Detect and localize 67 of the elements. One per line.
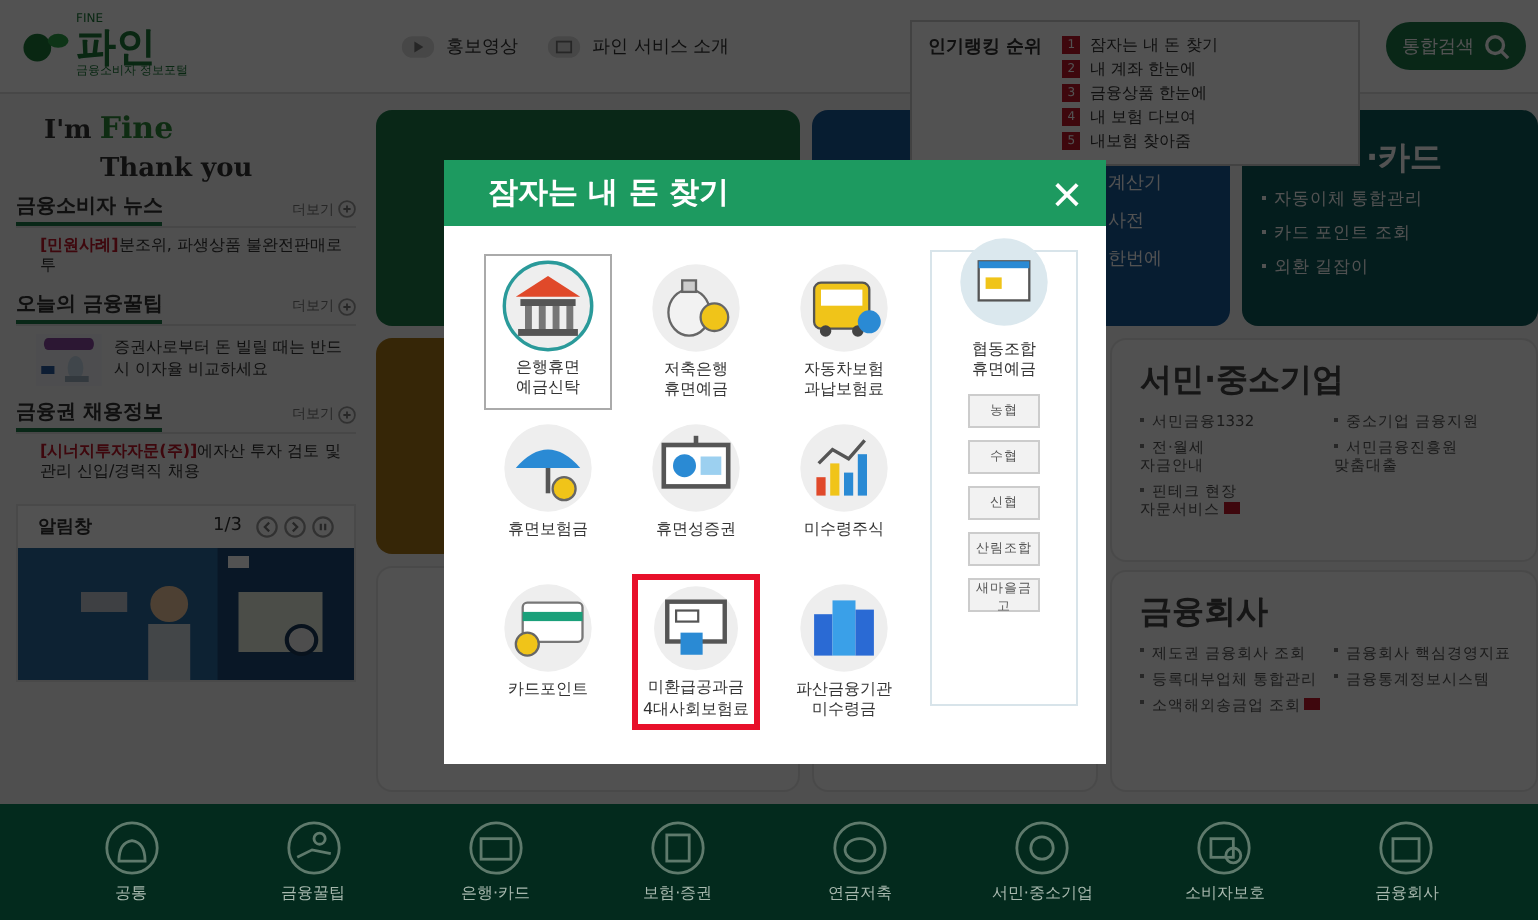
bar-chart-icon <box>798 422 890 514</box>
play-icon <box>400 33 436 59</box>
news-item[interactable]: [민원사례]분조위, 파생상품 불완전판매로 투 <box>40 236 356 278</box>
service-option[interactable]: 저축은행 휴면예금 <box>632 254 760 410</box>
search-button[interactable]: 통합검색 <box>1386 22 1526 70</box>
section-title: 금융소비자 뉴스 <box>16 192 163 226</box>
presentation-board-icon <box>650 422 742 514</box>
card-title: ·카드 <box>1364 138 1445 178</box>
coop-label: 협동조합 휴면예금 <box>972 340 1036 382</box>
header-link[interactable]: 홍보영상 <box>400 33 518 59</box>
logo-name: 파인 <box>76 26 156 66</box>
footer-nav-item[interactable]: 소비자보호 <box>1154 820 1295 904</box>
news-item[interactable]: [시너지투자자문(주)]에자산 투자 검토 및 관리 신입/경력직 채용 <box>40 441 356 484</box>
service-option[interactable]: 카드포인트 <box>484 574 612 730</box>
service-option[interactable]: 미환급공과금 4대사회보험료 <box>632 574 760 730</box>
footer-nav-item[interactable]: 연금저축 <box>790 820 931 904</box>
header-link[interactable]: 파인 서비스 소개 <box>546 33 730 59</box>
slogan-text: Thank you <box>98 154 253 184</box>
footer-nav-item[interactable]: 서민·중소기업 <box>972 820 1113 904</box>
section-title: 오늘의 금융꿀팁 <box>16 289 163 324</box>
pause-icon[interactable] <box>312 515 334 538</box>
card-link[interactable]: 사전 <box>1108 208 1230 234</box>
footer-nav-item[interactable]: 은행·카드 <box>425 820 566 904</box>
plus-icon <box>338 297 356 316</box>
card-link[interactable]: 계산기 <box>1108 170 1230 196</box>
card-title: 금융회사 <box>1140 591 1270 633</box>
slogan-text: I'm <box>44 116 92 146</box>
card-link[interactable]: 자동이체 통합관리 <box>1262 188 1526 212</box>
document-icon <box>649 820 706 876</box>
service-option[interactable]: 미수령주식 <box>780 414 908 570</box>
section-title: 금융권 채용정보 <box>16 397 163 432</box>
previous-icon[interactable] <box>256 515 278 538</box>
bill-icon <box>650 584 742 673</box>
service-option[interactable]: 휴면보험금 <box>484 414 612 570</box>
buildings-icon <box>798 582 890 674</box>
footer-nav-item[interactable]: 공통 <box>61 820 202 904</box>
plus-icon <box>338 200 356 218</box>
card-link[interactable]: 한번에 <box>1108 246 1230 272</box>
tip-text[interactable]: 증권사로부터 돈 빌릴 때는 반드시 이자율 비교하세요 <box>113 338 356 381</box>
service-option[interactable]: 파산금융기관 미수령금 <box>780 574 908 730</box>
notice-title: 알림창 <box>38 515 94 540</box>
card-link[interactable]: 카드 포인트 조회 <box>1262 222 1526 246</box>
plus-icon <box>338 405 356 424</box>
card-title: 서민·중소기업 <box>1140 360 1347 402</box>
search-icon <box>1484 33 1510 59</box>
next-icon[interactable] <box>284 515 306 538</box>
card-link[interactable]: 외환 길잡이 <box>1262 256 1526 280</box>
footer-nav-item[interactable]: 금융회사 <box>1336 820 1477 904</box>
service-option[interactable]: 은행휴면 예금신탁 <box>484 254 612 410</box>
page-counter: 1/3 <box>213 516 242 537</box>
logo-icon <box>20 28 72 64</box>
document-icon <box>546 33 582 59</box>
card-icon <box>467 820 524 876</box>
footer-nav-item[interactable]: 금융꿀팁 <box>243 820 384 904</box>
ranking-title: 인기랭킹 순위 <box>928 36 1043 62</box>
footer-nav-item[interactable]: 보험·증권 <box>607 820 748 904</box>
umbrella-icon <box>502 422 594 514</box>
new-badge-icon <box>1304 697 1321 709</box>
close-button[interactable]: × <box>1051 167 1082 219</box>
service-option[interactable]: 휴면성증권 <box>632 414 760 570</box>
card-icon <box>502 582 594 674</box>
modal-title: 잠자는 내 돈 찾기 <box>488 174 730 212</box>
bus-icon <box>798 262 890 354</box>
service-option[interactable]: 자동차보험 과납보험료 <box>780 254 908 410</box>
slogan-highlight: Fine <box>99 110 174 146</box>
new-badge-icon <box>1224 502 1240 514</box>
bank-icon <box>502 260 594 352</box>
